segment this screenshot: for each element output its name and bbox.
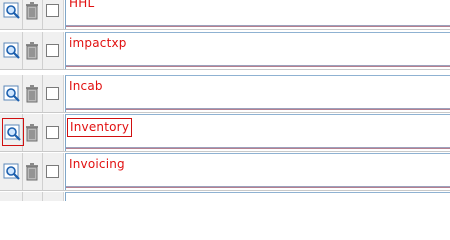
table-row: ... (0, 192, 450, 201)
view-button[interactable] (3, 42, 21, 60)
magnifier-icon (3, 42, 20, 59)
row-controls (0, 75, 64, 112)
name-cell[interactable]: impactxp (65, 32, 450, 69)
trash-icon (26, 85, 38, 103)
table-row: HHL (0, 0, 450, 30)
view-button[interactable] (3, 163, 21, 181)
row-checkbox[interactable] (46, 165, 59, 178)
trash-icon (26, 163, 38, 181)
row-checkbox[interactable] (46, 87, 59, 100)
name-cell[interactable]: Incab (65, 75, 450, 112)
name-cell[interactable]: Invoicing (65, 153, 450, 190)
table-row: Incab (0, 75, 450, 113)
row-name: impactxp (69, 36, 127, 50)
row-controls (0, 153, 64, 190)
table-row: Inventory (0, 114, 450, 152)
name-cell[interactable]: ... (65, 192, 450, 201)
delete-button[interactable] (24, 85, 40, 103)
row-controls (0, 114, 64, 151)
row-name: Inventory (67, 118, 133, 137)
row-checkbox[interactable] (46, 126, 59, 139)
row-controls (0, 32, 64, 69)
row-name: HHL (69, 0, 95, 10)
name-cell[interactable]: Inventory (65, 114, 450, 151)
magnifier-icon (4, 124, 21, 141)
view-button[interactable] (2, 118, 24, 146)
delete-button[interactable] (24, 42, 40, 60)
row-name: Incab (69, 79, 103, 93)
delete-button[interactable] (24, 163, 40, 181)
row-name: ... (69, 196, 81, 201)
view-button[interactable] (3, 85, 21, 103)
table-row: impactxp (0, 32, 450, 70)
view-button[interactable] (3, 2, 21, 20)
magnifier-icon (3, 2, 20, 19)
row-name: Invoicing (69, 157, 125, 171)
table-row: Invoicing (0, 153, 450, 191)
row-checkbox[interactable] (46, 44, 59, 57)
magnifier-icon (3, 85, 20, 102)
trash-icon (26, 42, 38, 60)
row-controls (0, 192, 64, 201)
magnifier-icon (3, 163, 20, 180)
name-cell[interactable]: HHL (65, 0, 450, 29)
row-controls (0, 0, 64, 29)
row-checkbox[interactable] (46, 4, 59, 17)
delete-button[interactable] (24, 124, 40, 142)
trash-icon (26, 124, 38, 142)
delete-button[interactable] (24, 2, 40, 20)
trash-icon (26, 2, 38, 20)
records-grid: HHL impactxp Incab Inventory Invoicing (0, 0, 450, 201)
